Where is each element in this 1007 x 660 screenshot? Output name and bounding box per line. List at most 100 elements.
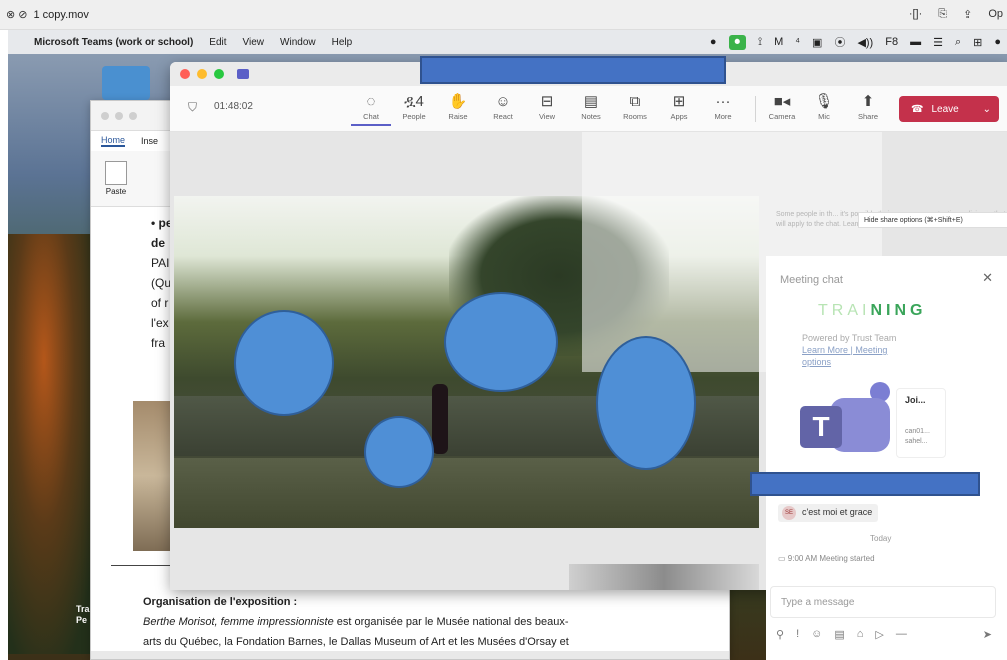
chevron-down-icon[interactable]: ⌄ [983,104,991,115]
chat-button[interactable]: ◌ Chat [351,92,391,126]
status-icon-4[interactable]: M [774,36,783,48]
notes-label: Notes [581,112,601,121]
maximize-window-button[interactable] [214,69,224,79]
control-center-icon[interactable]: ⊞ [973,36,982,49]
redaction-circle [444,292,558,392]
format-icon[interactable]: ⚲ [776,628,784,641]
player-ctrl-4[interactable]: Op [988,8,1003,21]
volume-icon[interactable]: ◀)) [857,36,873,49]
emoji-icon[interactable]: ☺ [811,628,822,641]
message-input[interactable]: Type a message [770,586,996,618]
rooms-label: Rooms [623,112,647,121]
minimize-window-button[interactable] [197,69,207,79]
share-icon: ⬆ [861,93,875,110]
shield-icon[interactable]: ⛉ [188,100,197,115]
raise-hand-icon: ✋ [448,93,468,110]
system-message: ▭ 9:00 AM Meeting started [778,554,875,563]
apps-label: Apps [670,112,688,121]
player-window-controls[interactable]: ⊗ ⊘ [6,8,28,21]
paste-label: Paste [105,187,127,196]
view-icon: ⊟ [540,93,554,110]
word-close-dot[interactable] [101,111,109,120]
people-button[interactable]: ዷ4 People [394,92,434,121]
menu-edit[interactable]: Edit [209,37,226,48]
spotlight-icon[interactable]: ⌕ [955,36,961,49]
training-banner: TRAINING [818,302,926,320]
raise-hand-button[interactable]: ✋ Raise [438,92,478,121]
status-icon-3[interactable]: ⟟ [758,36,762,49]
redaction-box-title [420,56,726,84]
menu-app-name[interactable]: Microsoft Teams (work or school) [34,37,193,48]
react-icon: ☺ [495,93,511,110]
status-icon-5[interactable]: ⁴ [795,36,800,48]
chat-message[interactable]: SE c'est moi et grace [778,504,879,522]
meeting-timer: 01:48:02 [214,101,253,112]
section-line-1: Berthe Morisot, femme impressionniste es… [143,612,731,632]
join-card-title: Joi... [905,395,926,405]
player-ctrl-2[interactable]: ⎘ [938,8,947,21]
word-tab-home[interactable]: Home [101,135,126,147]
chat-message-text: c'est moi et grace [802,507,873,517]
more-label: More [714,112,732,121]
loop-icon[interactable]: ▷ [875,628,883,641]
battery-icon[interactable]: ▬ [910,36,921,48]
folder-icon[interactable] [102,66,150,100]
redaction-circle [364,416,434,488]
react-button[interactable]: ☺ React [483,92,523,121]
send-icon[interactable]: ➤ [983,628,992,641]
desktop-label-line-2: Pe [76,615,88,625]
desktop-item-label[interactable]: Tra Pe [76,604,90,626]
menu-window[interactable]: Window [280,37,316,48]
apps-button[interactable]: ⊞ Apps [659,92,699,121]
chat-panel-title: Meeting chat [780,274,843,286]
leave-button[interactable]: ☎ Leave ⌄ [899,96,999,122]
video-figure [432,384,448,454]
wifi-icon[interactable]: ☰ [933,36,943,49]
word-min-dot[interactable] [115,111,123,120]
join-card[interactable]: Joi... can01... sahel... [896,388,946,458]
more-options-icon[interactable]: — [896,628,907,641]
mic-button[interactable]: 🎙 Mic [804,92,844,121]
status-icon-1[interactable]: ● [710,36,717,48]
more-button[interactable]: ··· More [703,92,743,121]
paste-icon [105,161,127,185]
important-icon[interactable]: ! [796,628,799,641]
meeting-icon: ▭ [778,554,786,563]
react-label: React [493,112,513,121]
gif-icon[interactable]: ▤ [834,628,844,641]
menu-view[interactable]: View [243,37,265,48]
word-tab-insert[interactable]: Inse [141,136,158,146]
participant-thumbnail-strip[interactable] [569,564,759,590]
day-divider: Today [870,534,892,543]
chat-icon: ◌ [366,93,376,110]
sticker-icon[interactable]: ⌂ [857,628,864,641]
learn-more-link[interactable]: Learn More | Meeting [802,344,896,356]
share-button[interactable]: ⬆ Share [848,92,888,121]
teams-large-logo-icon: T [800,382,890,460]
mic-label: Mic [818,112,830,121]
siri-icon[interactable]: ● [994,36,1001,48]
teams-meeting-window[interactable]: ⛉ 01:48:02 ◌ Chat ዷ4 People ✋ Raise ☺ Re… [170,56,1007,660]
menu-help[interactable]: Help [332,37,353,48]
meeting-options-link[interactable]: options [802,356,896,368]
notes-icon: ▤ [583,93,599,110]
camera-button[interactable]: ■◂ Camera [762,92,802,121]
close-icon[interactable]: ✕ [982,270,993,286]
word-max-dot[interactable] [129,111,137,120]
recording-icon[interactable]: ⏺ [728,34,747,50]
notes-button[interactable]: ▤ Notes [571,92,611,121]
view-button[interactable]: ⊟ View [527,92,567,121]
player-ctrl-3[interactable]: ⇪ [963,8,972,21]
training-text-light: TRAI [818,302,871,319]
mic-icon: 🎙 [814,93,834,110]
status-icon-7[interactable]: ⦿ [834,34,845,50]
close-window-button[interactable] [180,69,190,79]
player-ctrl-1[interactable]: ·[]· [909,8,922,21]
status-icon-6[interactable]: ▣ [812,36,822,49]
status-icon-9[interactable]: F8 [885,36,898,48]
rooms-button[interactable]: ⧉ Rooms [615,92,655,121]
paste-button[interactable]: Paste [105,161,127,196]
word-status-bar [91,651,729,659]
people-label: People [402,112,426,121]
share-tooltip: Hide share options (⌘+Shift+E) [858,212,1007,228]
